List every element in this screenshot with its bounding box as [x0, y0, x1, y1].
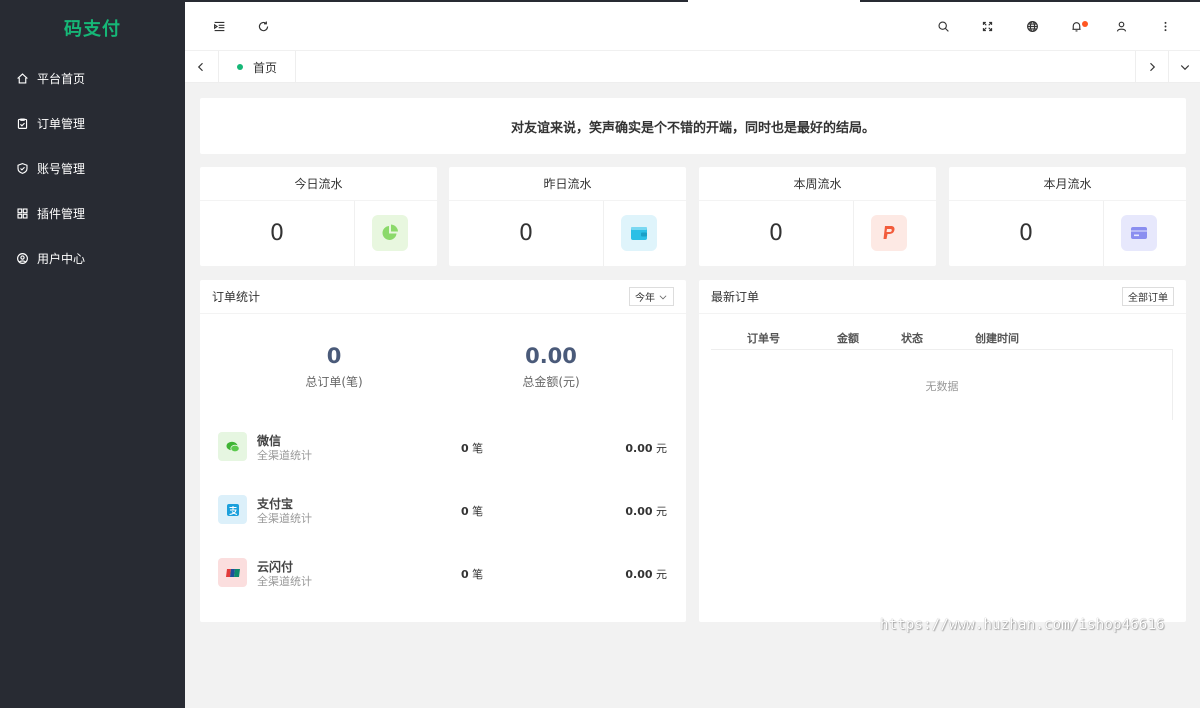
- sidebar-item-accounts[interactable]: 账号管理: [0, 146, 185, 191]
- total-amount-label: 总金额(元): [522, 375, 580, 389]
- stat-title: 本周流水: [699, 167, 936, 201]
- paypal-icon: [871, 215, 907, 251]
- channel-row-wechat: 微信 全渠道统计 0 笔 0.00 元: [218, 430, 673, 470]
- search-button[interactable]: [933, 16, 953, 36]
- channel-subtitle: 全渠道统计: [257, 512, 312, 525]
- column-header[interactable]: 状态: [901, 330, 923, 346]
- user-menu-button[interactable]: [1111, 16, 1131, 36]
- clipboard-check-icon: [15, 117, 29, 131]
- panel-title: 订单统计: [212, 290, 261, 304]
- chevron-left-icon: [197, 62, 203, 72]
- home-icon: [15, 72, 29, 86]
- header-top-line: [860, 0, 1200, 2]
- brand-logo[interactable]: 码支付: [0, 0, 185, 56]
- stat-card-today: 今日流水 0: [200, 167, 437, 266]
- wallet-icon: [621, 215, 657, 251]
- tab-home-label: 首页: [253, 60, 278, 75]
- channel-row-unionpay: 云闪付 全渠道统计 0 笔 0.00 元: [218, 556, 673, 596]
- header-top-line: [185, 0, 688, 2]
- tab-home[interactable]: 首页: [218, 51, 297, 83]
- empty-state: 无数据: [925, 380, 959, 393]
- top-header: [185, 0, 1200, 51]
- total-amount-value: 0.00: [525, 344, 577, 368]
- channel-subtitle: 全渠道统计: [257, 449, 312, 462]
- watermark: https://www.huzhan.com/ishop46616: [880, 617, 1165, 633]
- tabs-next-button[interactable]: [1135, 51, 1167, 83]
- channel-amount: 0.00 元: [625, 568, 667, 581]
- channel-subtitle: 全渠道统计: [257, 575, 312, 588]
- tabs-menu-button[interactable]: [1168, 51, 1200, 83]
- daily-quote: 对友谊来说，笑声确实是个不错的开端，同时也是最好的结局。: [200, 98, 1186, 154]
- stat-value: 0: [449, 201, 604, 266]
- stat-card-yesterday: 昨日流水 0: [449, 167, 686, 266]
- latest-orders-panel: 最新订单 全部订单 订单号 金额 状态 创建时间 无数据: [699, 280, 1186, 622]
- refresh-button[interactable]: [253, 16, 273, 36]
- stat-title: 今日流水: [200, 167, 437, 201]
- indent-button[interactable]: [209, 16, 229, 36]
- language-button[interactable]: [1022, 16, 1042, 36]
- channel-count: 0 笔: [461, 505, 484, 518]
- tabs-prev-button[interactable]: [185, 51, 217, 83]
- sidebar-item-label: 订单管理: [37, 117, 86, 131]
- stat-card-week: 本周流水 0: [699, 167, 936, 266]
- period-select-value: 今年: [635, 293, 655, 304]
- sidebar-item-label: 插件管理: [37, 207, 86, 221]
- unionpay-icon: [218, 558, 247, 587]
- notification-button[interactable]: [1066, 16, 1088, 36]
- user-icon: [1116, 21, 1126, 32]
- channel-count: 0 笔: [461, 442, 484, 455]
- sidebar-item-label: 账号管理: [37, 162, 86, 176]
- notification-badge: [1082, 21, 1088, 27]
- sidebar-item-label: 平台首页: [37, 72, 86, 86]
- total-orders-label: 总订单(笔): [305, 375, 363, 389]
- all-orders-button[interactable]: 全部订单: [1122, 287, 1174, 306]
- stat-value: 0: [949, 201, 1104, 266]
- orders-table-body: 无数据: [711, 350, 1173, 420]
- chevron-right-icon: [1149, 62, 1155, 72]
- total-orders-value: 0: [326, 344, 342, 368]
- channel-amount: 0.00 元: [625, 505, 667, 518]
- chevron-down-icon: [1180, 65, 1189, 71]
- sidebar-item-home[interactable]: 平台首页: [0, 56, 185, 101]
- more-vertical-icon: [1164, 21, 1166, 31]
- bell-icon: [1071, 21, 1081, 32]
- fullscreen-icon: [982, 21, 992, 31]
- column-header[interactable]: 订单号: [747, 330, 780, 346]
- channel-count: 0 笔: [461, 568, 484, 581]
- alipay-icon: [218, 495, 247, 524]
- orders-table-header: 订单号 金额 状态 创建时间: [711, 324, 1173, 350]
- stat-value: 0: [200, 201, 355, 266]
- wechat-icon: [218, 432, 247, 461]
- indent-icon: [213, 21, 224, 31]
- active-tab-dot: [237, 64, 243, 70]
- sidebar: 码支付 平台首页 订单管理 账号管理 插件管理 用户中心: [0, 0, 185, 708]
- order-statistics-panel: 订单统计 今年 0 总订单(笔) 0.00 总金额(元) 微信 全渠道统计 0 …: [200, 280, 686, 622]
- search-icon: [937, 20, 949, 32]
- card-icon: [1121, 215, 1157, 251]
- grid-icon: [15, 207, 29, 221]
- sidebar-item-label: 用户中心: [37, 252, 86, 266]
- chevron-down-icon: [659, 294, 667, 299]
- refresh-icon: [258, 20, 268, 31]
- stat-title: 昨日流水: [449, 167, 686, 201]
- channel-amount: 0.00 元: [625, 442, 667, 455]
- stat-value: 0: [699, 201, 854, 266]
- sidebar-item-plugins[interactable]: 插件管理: [0, 191, 185, 236]
- more-button[interactable]: [1155, 16, 1175, 36]
- column-header[interactable]: 金额: [837, 330, 859, 346]
- sidebar-item-orders[interactable]: 订单管理: [0, 101, 185, 146]
- stat-title: 本月流水: [949, 167, 1186, 201]
- pie-chart-icon: [372, 215, 408, 251]
- globe-icon: [1026, 20, 1038, 32]
- shield-check-icon: [15, 162, 29, 176]
- sidebar-item-user-center[interactable]: 用户中心: [0, 236, 185, 281]
- channel-row-alipay: 支付宝 全渠道统计 0 笔 0.00 元: [218, 493, 673, 533]
- stat-card-month: 本月流水 0: [949, 167, 1186, 266]
- panel-title: 最新订单: [711, 290, 760, 304]
- period-select[interactable]: 今年: [629, 287, 674, 306]
- page-tabs-bar: 首页: [185, 51, 1200, 83]
- column-header[interactable]: 创建时间: [975, 330, 1019, 346]
- fullscreen-button[interactable]: [977, 16, 997, 36]
- user-circle-icon: [15, 252, 29, 266]
